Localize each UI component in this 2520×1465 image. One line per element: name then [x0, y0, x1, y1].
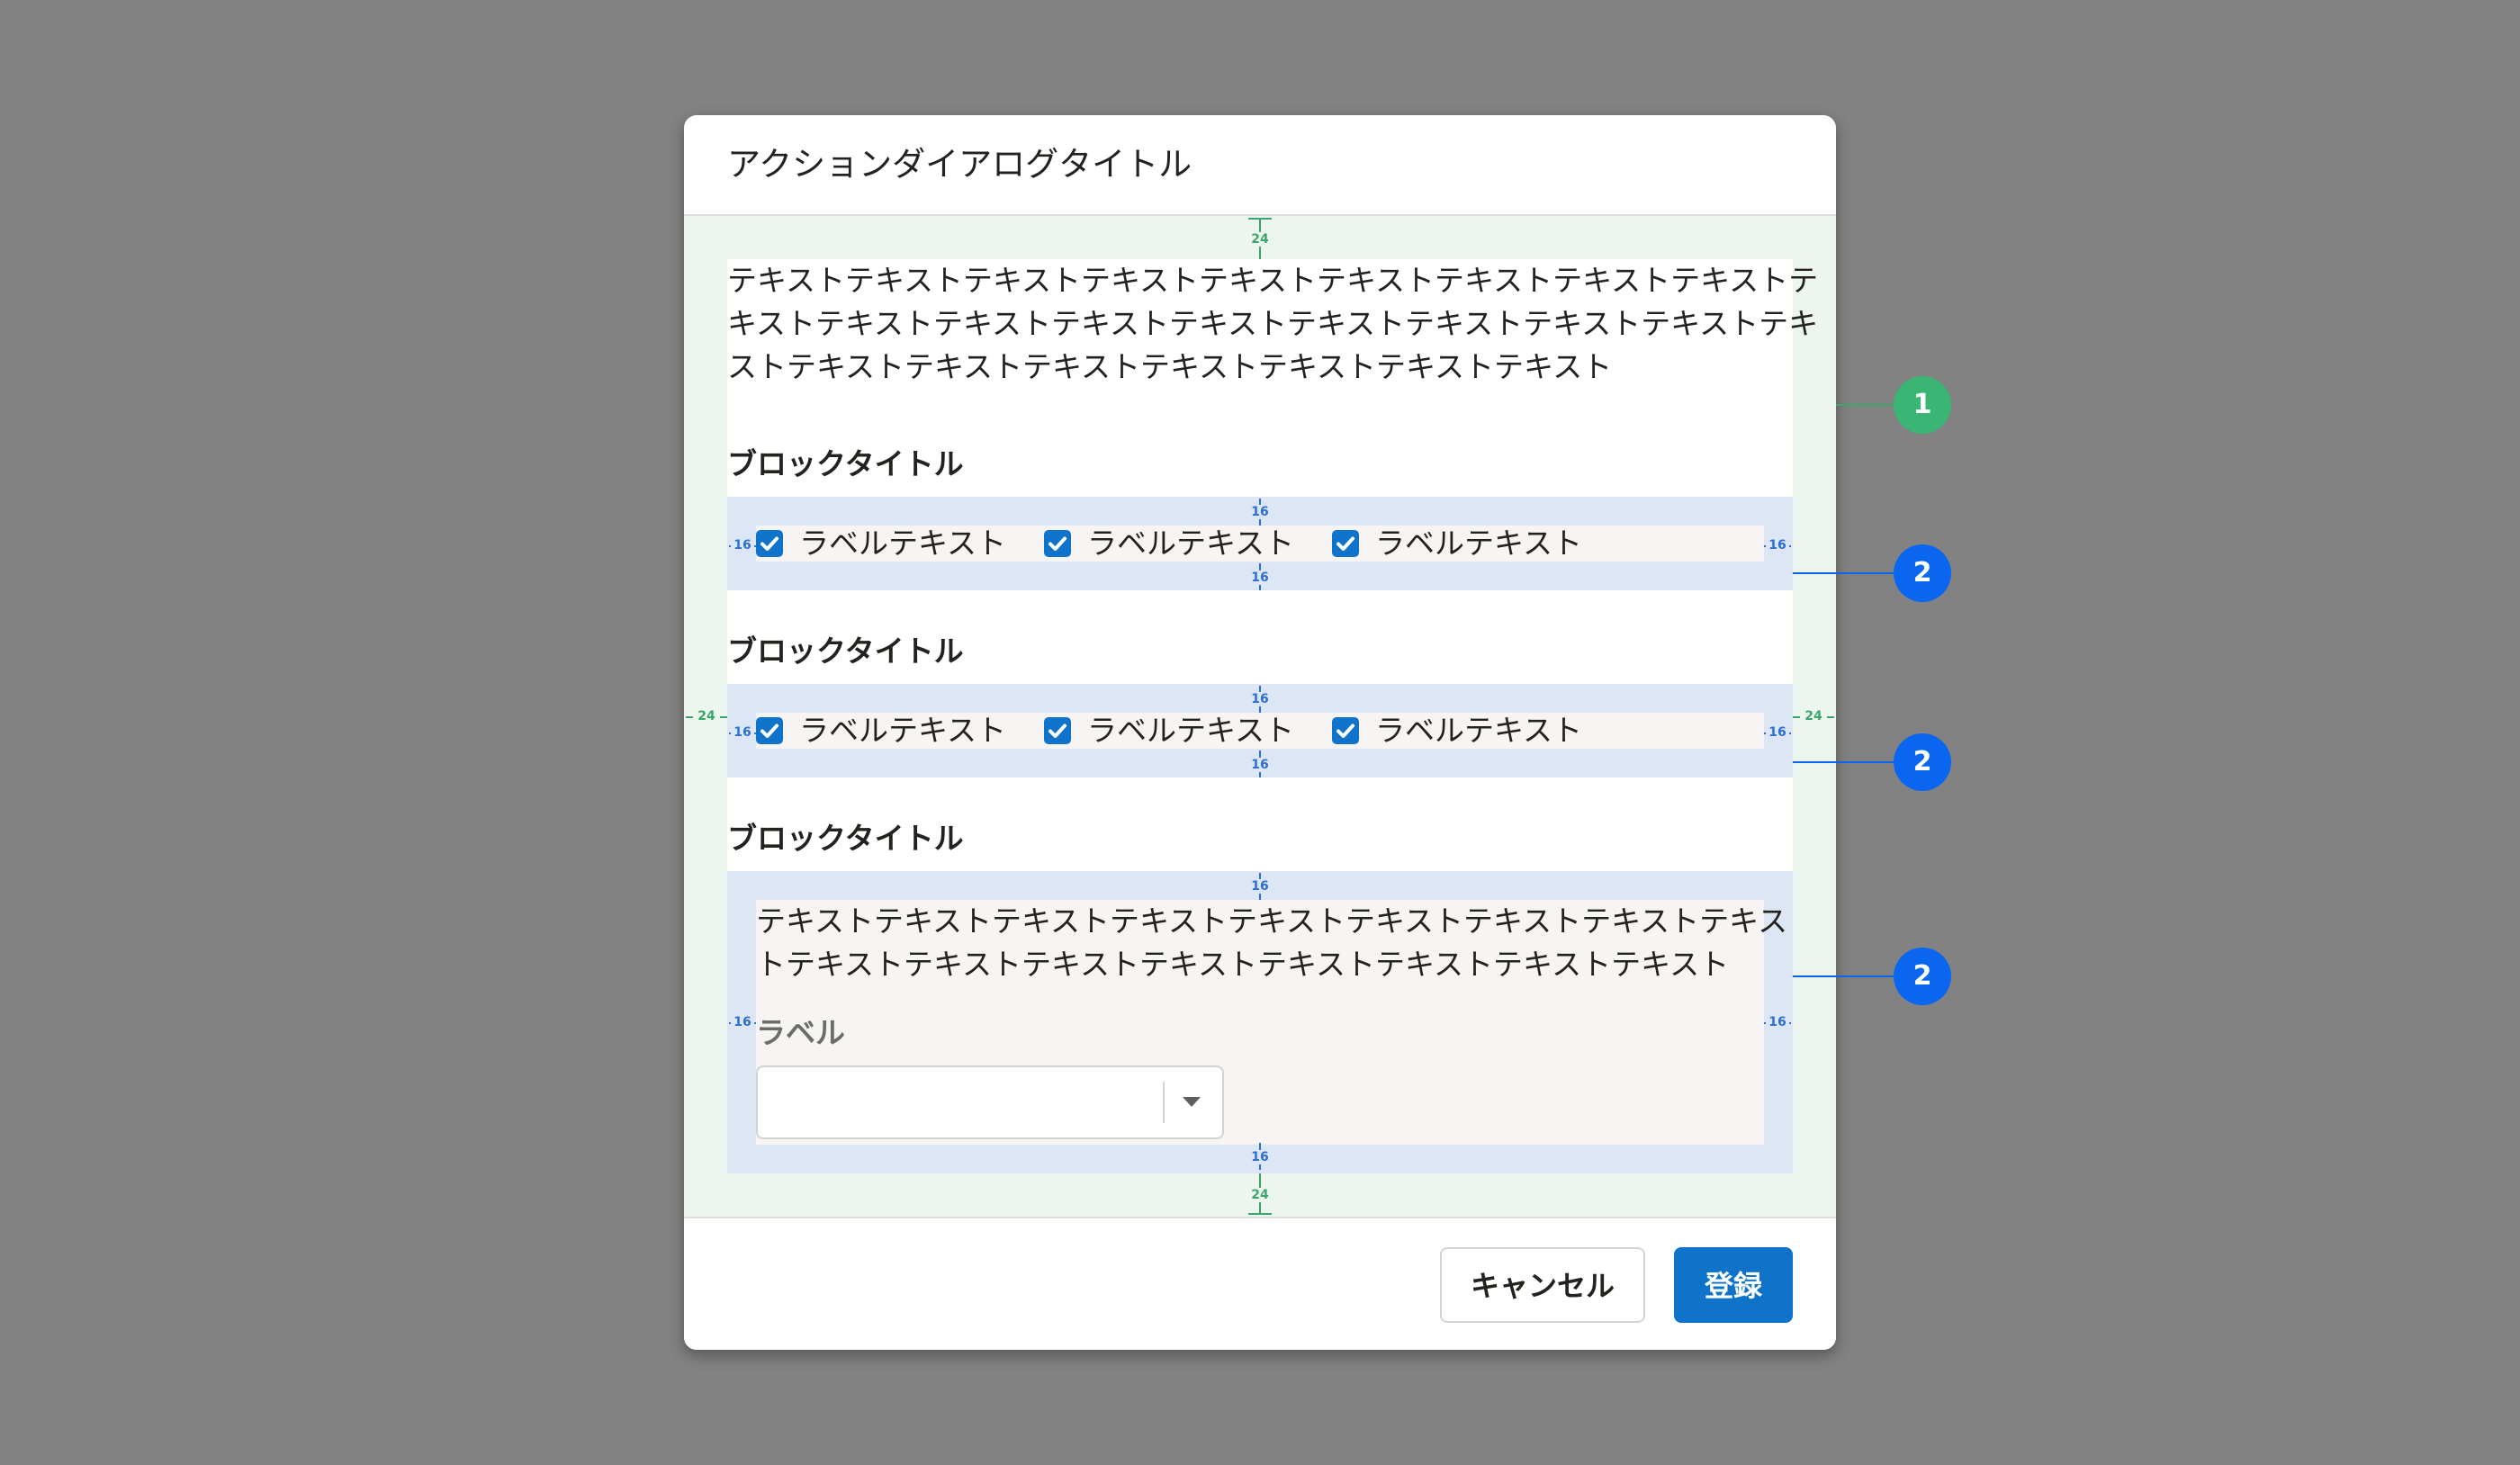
select-dropdown[interactable]: [756, 1065, 1224, 1139]
spacing-value: 16: [1247, 571, 1273, 585]
intro-text: テキストテキストテキストテキストテキストテキストテキストテキストテキストテ キス…: [727, 259, 1818, 389]
submit-button[interactable]: 登録: [1674, 1247, 1793, 1323]
spacing-value: 16: [731, 538, 754, 553]
intro-line: ストテキストテキストテキストテキストテキストテキストテキスト: [727, 349, 1613, 384]
intro-line: テキストテキストテキストテキストテキストテキストテキストテキストテキストテ: [727, 263, 1819, 298]
spacing-value: 24: [1246, 232, 1274, 247]
checkbox-label: ラベルテキスト: [799, 713, 1007, 748]
block-text-line: テキストテキストテキストテキストテキストテキストテキストテキストテキス: [756, 903, 1788, 939]
spacing-value: 24: [1246, 1188, 1274, 1202]
dialog-body: テキストテキストテキストテキストテキストテキストテキストテキストテキストテ キス…: [684, 216, 1836, 1217]
checkbox-checked-icon[interactable]: [1332, 717, 1359, 744]
checkbox-label: ラベルテキスト: [1087, 526, 1295, 561]
dialog-footer: キャンセル 登録: [684, 1217, 1836, 1350]
spacing-value: 24: [693, 709, 720, 724]
spacing-value: 16: [1247, 1150, 1273, 1164]
intro-line: キストテキストテキストテキストテキストテキストテキストテキストテキストテキ: [727, 306, 1819, 341]
spacing-value: 16: [1247, 692, 1273, 706]
checkbox-checked-icon[interactable]: [756, 530, 783, 557]
spacing-value: 16: [1766, 538, 1789, 553]
dialog-header: アクションダイアログタイトル: [684, 115, 1836, 216]
block-text-line: トテキストテキストテキストテキストテキストテキストテキストテキスト: [756, 947, 1730, 982]
dialog-content: テキストテキストテキストテキストテキストテキストテキストテキストテキストテ キス…: [727, 259, 1818, 1173]
callout-badge: 2: [1894, 948, 1951, 1005]
block-title: ブロックタイトル: [727, 446, 964, 481]
checkbox-label: ラベルテキスト: [1375, 526, 1583, 561]
spacing-value: 16: [731, 1015, 754, 1029]
checkbox-checked-icon[interactable]: [756, 717, 783, 744]
callout-badge: 2: [1894, 733, 1951, 791]
block-text: テキストテキストテキストテキストテキストテキストテキストテキストテキス トテキス…: [756, 900, 1787, 986]
callout-badge: 1: [1894, 376, 1951, 434]
spacing-value: 16: [1247, 758, 1273, 772]
checkbox-group: ラベルテキスト ラベルテキスト ラベルテキスト: [756, 526, 1764, 562]
caret-down-icon[interactable]: [1183, 1097, 1201, 1107]
form-block: テキストテキストテキストテキストテキストテキストテキストテキストテキス トテキス…: [727, 871, 1793, 1173]
spacing-tick: [1248, 1213, 1272, 1215]
checkbox-label: ラベルテキスト: [1087, 713, 1295, 748]
dialog-title: アクションダイアログタイトル: [727, 145, 1192, 184]
select-label: ラベル: [756, 1015, 845, 1050]
form-group: テキストテキストテキストテキストテキストテキストテキストテキストテキス トテキス…: [756, 900, 1787, 1145]
select-divider: [1163, 1082, 1165, 1123]
checkbox-group: ラベルテキスト ラベルテキスト ラベルテキスト: [756, 713, 1764, 749]
checkbox-checked-icon[interactable]: [1044, 717, 1071, 744]
block-title: ブロックタイトル: [727, 634, 964, 669]
spacing-tick: [1248, 218, 1272, 220]
spacing-value: 24: [1800, 709, 1827, 724]
spacing-value: 16: [731, 725, 754, 740]
spacing-value: 16: [1766, 1015, 1789, 1029]
checkbox-checked-icon[interactable]: [1044, 530, 1071, 557]
checkbox-label: ラベルテキスト: [799, 526, 1007, 561]
checkbox-label: ラベルテキスト: [1375, 713, 1583, 748]
callout-badge: 2: [1894, 544, 1951, 602]
spacing-value: 16: [1766, 725, 1789, 740]
block-title: ブロックタイトル: [727, 821, 964, 856]
checkbox-checked-icon[interactable]: [1332, 530, 1359, 557]
spacing-value: 16: [1247, 879, 1273, 894]
spacing-value: 16: [1247, 505, 1273, 519]
cancel-button[interactable]: キャンセル: [1440, 1247, 1645, 1323]
